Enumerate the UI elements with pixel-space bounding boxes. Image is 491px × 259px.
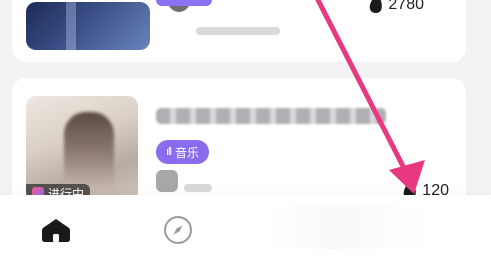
- tag-pill-music[interactable]: ıll 音乐: [156, 140, 209, 164]
- thumbnail-image-detail: [66, 2, 76, 50]
- feed-thumbnail[interactable]: [26, 2, 150, 50]
- hot-count-value: 2780: [388, 0, 424, 13]
- author-name-blurred: [196, 27, 280, 35]
- audio-bars-icon: ıll: [166, 146, 172, 158]
- compass-icon: [164, 216, 192, 244]
- author-name-blurred: [184, 184, 212, 192]
- tag-pill[interactable]: [156, 0, 212, 6]
- tab-bar-faded-area: [270, 205, 430, 249]
- avatar[interactable]: [156, 170, 178, 192]
- hot-count: 2780: [369, 0, 424, 14]
- tab-discover[interactable]: [160, 215, 196, 245]
- bottom-tab-bar: [0, 195, 491, 259]
- home-icon: [42, 219, 70, 242]
- feed-card[interactable]: 2780: [12, 0, 466, 62]
- tag-label: 音乐: [174, 145, 199, 160]
- feed-thumbnail[interactable]: 进行中: [26, 96, 138, 202]
- thumbnail-image-person: [64, 112, 114, 192]
- tab-home[interactable]: [38, 215, 74, 245]
- flame-icon: [369, 0, 384, 14]
- feed-title-blurred[interactable]: [156, 108, 386, 124]
